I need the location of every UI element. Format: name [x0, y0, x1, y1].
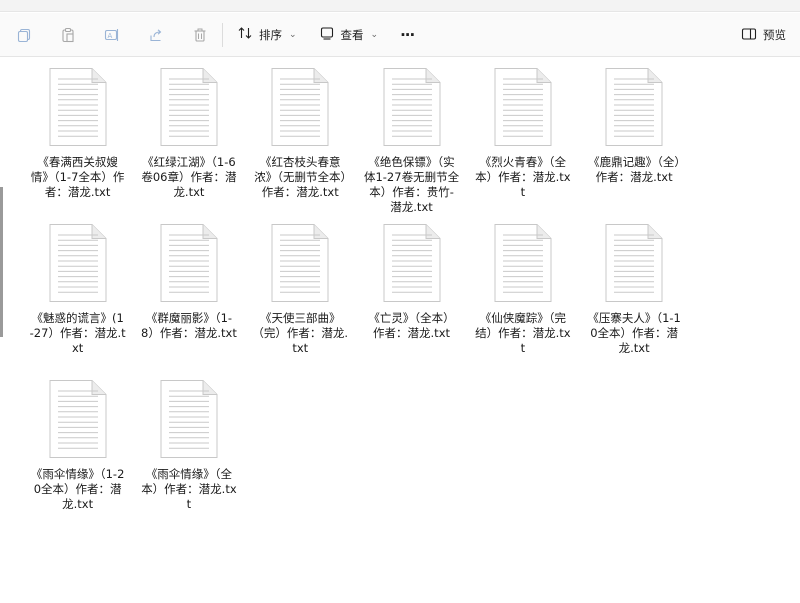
preview-pane-icon [741, 26, 757, 45]
file-name: 《春满西关叔嫂情》（1-7全本）作者：潜龙.txt [30, 155, 125, 199]
file-item[interactable]: 《雨伞情缘》（1-20全本）作者：潜龙.txt [22, 379, 133, 519]
file-name: 《群魔丽影》（1-8）作者：潜龙.txt [141, 311, 237, 340]
file-name: 《红绿江湖》（1-6卷06章）作者：潜龙.txt [141, 155, 237, 199]
file-name: 《亡灵》（全本）作者：潜龙.txt [368, 311, 455, 340]
rename-icon[interactable]: A [96, 19, 128, 51]
chevron-down-icon: ⌄ [289, 29, 297, 40]
more-icon: ··· [400, 25, 415, 44]
window-top-strip [0, 0, 800, 12]
file-name: 《压寨夫人》（1-10全本）作者：潜龙.txt [587, 311, 681, 355]
view-icon [319, 25, 335, 44]
sort-icon [237, 25, 253, 44]
file-item[interactable]: 《仙侠魔踪》（完结）作者：潜龙.txt [467, 223, 578, 363]
file-item[interactable]: 《鹿鼎记趣》（全）作者：潜龙.txt [578, 67, 689, 223]
chevron-down-icon: ⌄ [370, 29, 379, 40]
file-name: 《红杏枝头春意浓》（无删节全本）作者：潜龙.txt [254, 155, 347, 199]
text-file-icon [491, 223, 555, 303]
sort-label: 排序 [259, 27, 282, 42]
text-file-icon [46, 379, 110, 459]
file-grid: 《春满西关叔嫂情》（1-7全本）作者：潜龙.txt 《红绿江湖》（1-6卷06章… [22, 67, 800, 519]
file-item[interactable]: 《绝色保镖》（实体1-27卷无删节全本）作者：贵竹-潜龙.txt [356, 67, 467, 223]
text-file-icon [46, 223, 110, 303]
text-file-icon [491, 67, 555, 147]
svg-text:A: A [108, 32, 113, 40]
delete-icon[interactable] [184, 19, 216, 51]
text-file-icon [268, 223, 332, 303]
file-name: 《烈火青春》（全本）作者：潜龙.txt [475, 155, 571, 199]
file-item[interactable]: 《红杏枝头春意浓》（无删节全本）作者：潜龙.txt [245, 67, 356, 223]
file-item[interactable]: 《红绿江湖》（1-6卷06章）作者：潜龙.txt [133, 67, 244, 223]
navigation-pane-edge[interactable] [0, 187, 3, 337]
text-file-icon [157, 379, 221, 459]
view-label: 查看 [340, 27, 364, 42]
file-item[interactable]: 《雨伞情缘》（全本）作者：潜龙.txt [133, 379, 244, 519]
paste-icon[interactable] [52, 19, 84, 51]
text-file-icon [268, 67, 332, 147]
file-item[interactable]: 《天使三部曲》（完）作者：潜龙.txt [245, 223, 356, 363]
file-item[interactable]: 《群魔丽影》（1-8）作者：潜龙.txt [133, 223, 244, 363]
file-name: 《仙侠魔踪》（完结）作者：潜龙.txt [475, 311, 571, 355]
preview-pane-button[interactable]: 预览 [741, 19, 786, 51]
text-file-icon [157, 67, 221, 147]
more-options-button[interactable]: ··· [392, 19, 422, 51]
text-file-icon [46, 67, 110, 147]
file-item[interactable]: 《亡灵》（全本）作者：潜龙.txt [356, 223, 467, 363]
text-file-icon [157, 223, 221, 303]
file-name: 《雨伞情缘》（全本）作者：潜龙.txt [141, 467, 237, 511]
file-item[interactable]: 《春满西关叔嫂情》（1-7全本）作者：潜龙.txt [22, 67, 133, 223]
file-item[interactable]: 《魅惑的谎言》(1-27）作者：潜龙.txt [22, 223, 133, 379]
command-bar: A 排序 ⌄ 查看 ⌄ ··· 预览 [0, 13, 800, 57]
share-icon[interactable] [140, 19, 172, 51]
text-file-icon [602, 67, 666, 147]
file-name: 《天使三部曲》（完）作者：潜龙.txt [252, 311, 349, 355]
file-name: 《绝色保镖》（实体1-27卷无删节全本）作者：贵竹-潜龙.txt [363, 155, 460, 214]
text-file-icon [602, 223, 666, 303]
toolbar-divider [222, 22, 223, 47]
file-item[interactable]: 《烈火青春》（全本）作者：潜龙.txt [467, 67, 578, 223]
view-button[interactable]: 查看 ⌄ [311, 19, 387, 51]
file-name: 《鹿鼎记趣》（全）作者：潜龙.txt [588, 155, 681, 184]
text-file-icon [380, 223, 444, 303]
copy-icon[interactable] [8, 19, 40, 51]
file-name: 《魅惑的谎言》(1-27）作者：潜龙.txt [29, 311, 126, 355]
preview-label: 预览 [763, 28, 786, 42]
text-file-icon [380, 67, 444, 147]
file-item[interactable]: 《压寨夫人》（1-10全本）作者：潜龙.txt [578, 223, 689, 363]
sort-button[interactable]: 排序 ⌄ [229, 19, 305, 51]
file-name: 《雨伞情缘》（1-20全本）作者：潜龙.txt [30, 467, 125, 511]
